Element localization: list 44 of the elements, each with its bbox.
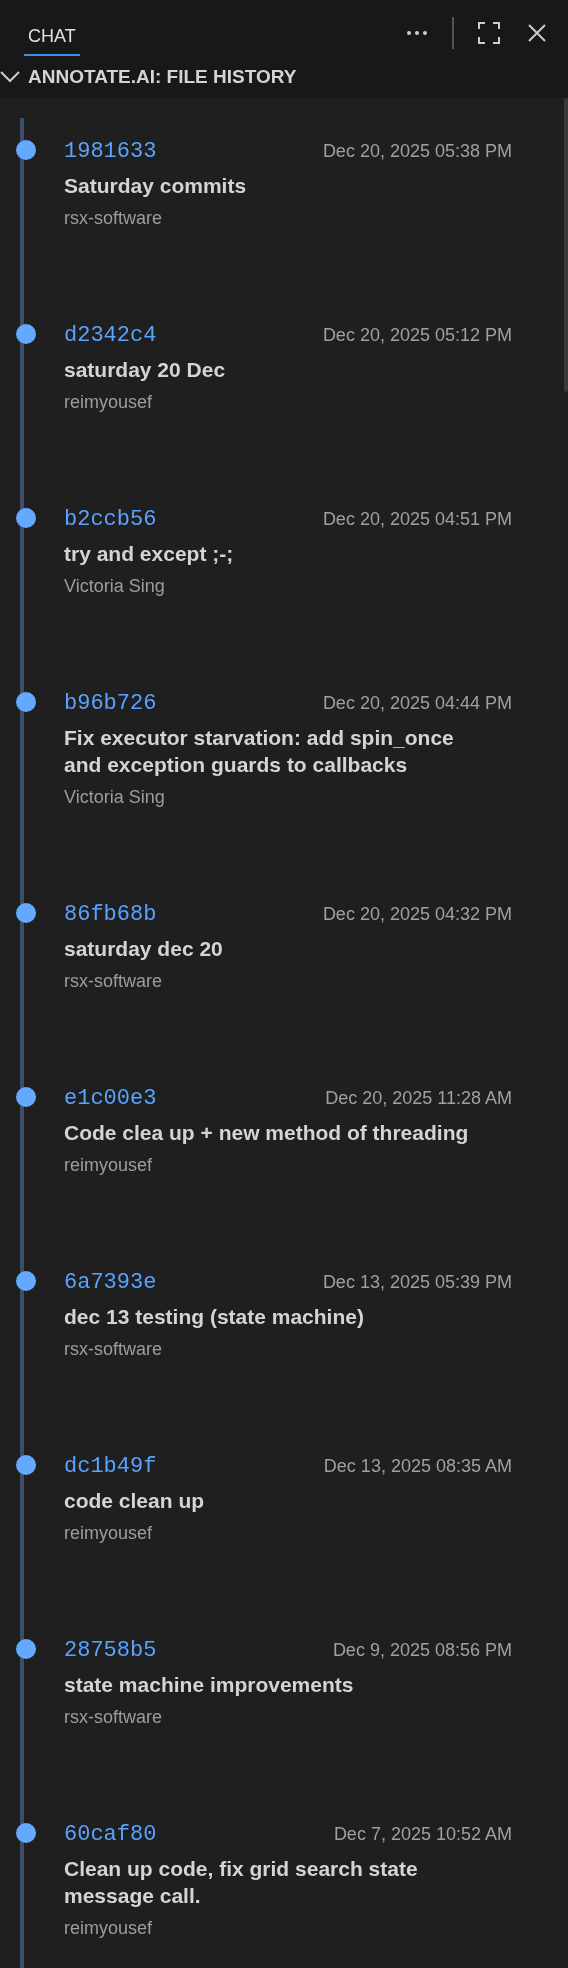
commit-date: Dec 20, 2025 04:32 PM	[322, 902, 512, 926]
commit-message: Saturday commits	[64, 173, 248, 199]
commit-author: reimyousef	[64, 1154, 154, 1177]
commit-hash[interactable]: b2ccb56	[64, 502, 157, 536]
commit-author: Victoria Sing	[64, 786, 166, 809]
commit-hash[interactable]: 1981633	[64, 134, 157, 168]
commit-message: try and except ;-;	[64, 541, 235, 567]
commit-author: rsx-software	[64, 970, 163, 993]
commit-hash[interactable]: e1c00e3	[64, 1081, 157, 1115]
commit-hash[interactable]: 60caf80	[64, 1817, 157, 1851]
commit-hash[interactable]: b96b726	[64, 686, 157, 720]
section-header[interactable]: ANNOTATE.AI: FILE HISTORY	[0, 56, 568, 98]
commit-hash[interactable]: 28758b5	[64, 1633, 157, 1667]
commit-date: Dec 13, 2025 08:35 AM	[323, 1454, 512, 1478]
commit-author: rsx-software	[64, 1338, 163, 1361]
commit-message: Code clea up + new method of threading	[64, 1120, 470, 1146]
commit-hash[interactable]: dc1b49f	[64, 1449, 157, 1483]
commit-date: Dec 9, 2025 08:56 PM	[332, 1638, 512, 1662]
maximize-icon[interactable]	[476, 20, 502, 46]
commit-message: code clean up	[64, 1488, 206, 1514]
section-title: ANNOTATE.AI: FILE HISTORY	[28, 64, 297, 89]
commit-hash[interactable]: 86fb68b	[64, 897, 157, 931]
commit-date: Dec 7, 2025 10:52 AM	[333, 1822, 512, 1846]
commit-message: state machine improvements	[64, 1672, 355, 1698]
commit-message: Clean up code, fix grid search state message call.	[64, 1856, 419, 1909]
commit-author: reimyousef	[64, 1522, 154, 1545]
commit-message: dec 13 testing (state machine)	[64, 1304, 365, 1330]
chevron-icon	[0, 71, 20, 83]
commit-author: reimyousef	[64, 1917, 154, 1940]
commit-author: reimyousef	[64, 391, 154, 414]
commit-message: saturday 20 Dec	[64, 357, 227, 383]
commit-message: Fix executor starvation: add spin_once and exception guards to callbacks	[64, 725, 455, 778]
commit-date: Dec 20, 2025 05:38 PM	[322, 139, 512, 163]
commit-hash[interactable]: d2342c4	[64, 318, 157, 352]
commit-date: Dec 13, 2025 05:39 PM	[322, 1270, 512, 1294]
commit-hash[interactable]: 6a7393e	[64, 1265, 157, 1299]
commit-date: Dec 20, 2025 04:51 PM	[322, 507, 512, 531]
commit-message: saturday dec 20	[64, 936, 224, 962]
commit-author: Victoria Sing	[64, 575, 166, 598]
commit-date: Dec 20, 2025 11:28 AM	[325, 1086, 512, 1110]
commit-author: rsx-software	[64, 207, 163, 230]
commit-date: Dec 20, 2025 05:12 PM	[322, 323, 512, 347]
commit-date: Dec 20, 2025 04:44 PM	[322, 691, 512, 715]
commit-author: rsx-software	[64, 1706, 163, 1729]
